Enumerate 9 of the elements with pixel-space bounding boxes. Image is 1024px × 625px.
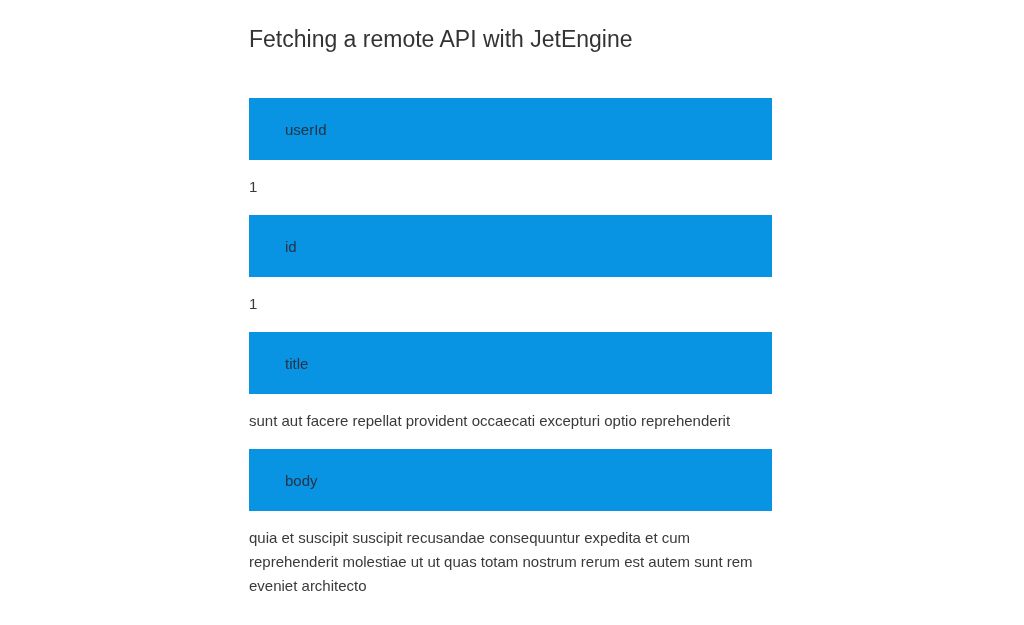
page-title: Fetching a remote API with JetEngine xyxy=(249,25,634,54)
field-value: 1 xyxy=(249,294,259,314)
field-label-bar: id xyxy=(249,215,772,277)
field-value: sunt aut facere repellat provident occaecati excepturi optio reprehenderit xyxy=(249,411,732,431)
field-label-bar: title xyxy=(249,332,772,394)
field-label-bar: userId xyxy=(249,98,772,160)
field-label-bar: body xyxy=(249,449,772,511)
field-value: quia et suscipit suscipit recusandae consequuntur expedita et cum reprehenderit molestiae ut ut quas totam nostrum rerum est autem sunt rem eveniet architecto xyxy=(249,528,754,596)
field-value: 1 xyxy=(249,177,259,197)
